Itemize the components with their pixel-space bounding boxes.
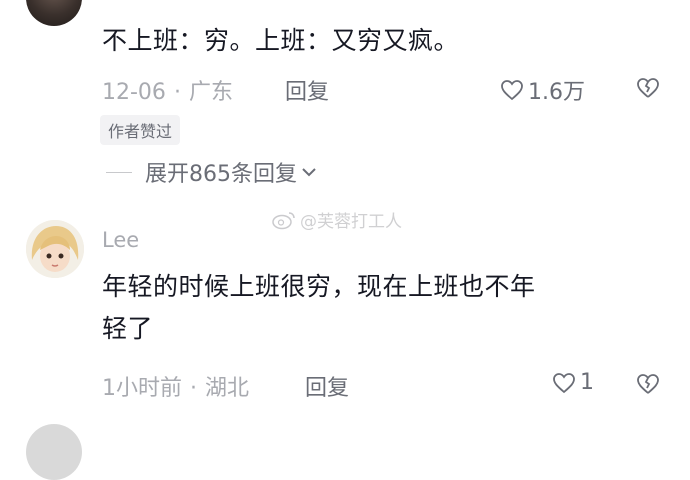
- heart-icon: [501, 80, 523, 101]
- broken-heart-icon[interactable]: [636, 372, 660, 396]
- separator-dot: ·: [190, 376, 197, 401]
- comment-time: 12-06: [102, 80, 166, 105]
- expand-replies-label: 展开865条回复: [145, 162, 297, 187]
- watermark: @芙蓉打工人: [272, 207, 402, 232]
- username[interactable]: Lee: [102, 228, 139, 252]
- comment-text: 不上班：穷。上班：又穷又疯。: [102, 26, 460, 55]
- divider: [106, 172, 132, 173]
- like-count: 1: [580, 370, 594, 395]
- like-button[interactable]: 1.6万: [500, 74, 585, 106]
- watermark-text: @芙蓉打工人: [300, 212, 402, 232]
- avatar[interactable]: [26, 424, 82, 480]
- broken-heart-icon[interactable]: [636, 76, 660, 100]
- heart-icon: [553, 372, 575, 393]
- comment-meta: 1小时前 · 湖北: [102, 370, 249, 402]
- like-button[interactable]: 1: [552, 370, 594, 395]
- comment-location: 广东: [188, 80, 233, 105]
- weibo-icon: [272, 211, 295, 229]
- reply-button[interactable]: 回复: [305, 370, 349, 402]
- avatar[interactable]: [26, 220, 84, 278]
- comment-time: 1小时前: [102, 376, 182, 401]
- like-count: 1.6万: [528, 80, 585, 105]
- comment-meta: 12-06 · 广东: [102, 74, 233, 106]
- avatar[interactable]: [26, 0, 82, 26]
- author-liked-badge: 作者赞过: [100, 115, 181, 145]
- expand-replies-button[interactable]: 展开865条回复: [145, 156, 317, 188]
- chevron-down-icon: [302, 168, 316, 177]
- comment-text-line: 轻了: [102, 314, 154, 343]
- reply-button[interactable]: 回复: [285, 74, 329, 106]
- comment-text: 年轻的时候上班很穷，现在上班也不年 轻了: [102, 266, 536, 350]
- comment-location: 湖北: [205, 376, 250, 401]
- separator-dot: ·: [173, 80, 181, 105]
- avatar-image: [26, 220, 84, 278]
- comment-text-line: 年轻的时候上班很穷，现在上班也不年: [102, 272, 536, 301]
